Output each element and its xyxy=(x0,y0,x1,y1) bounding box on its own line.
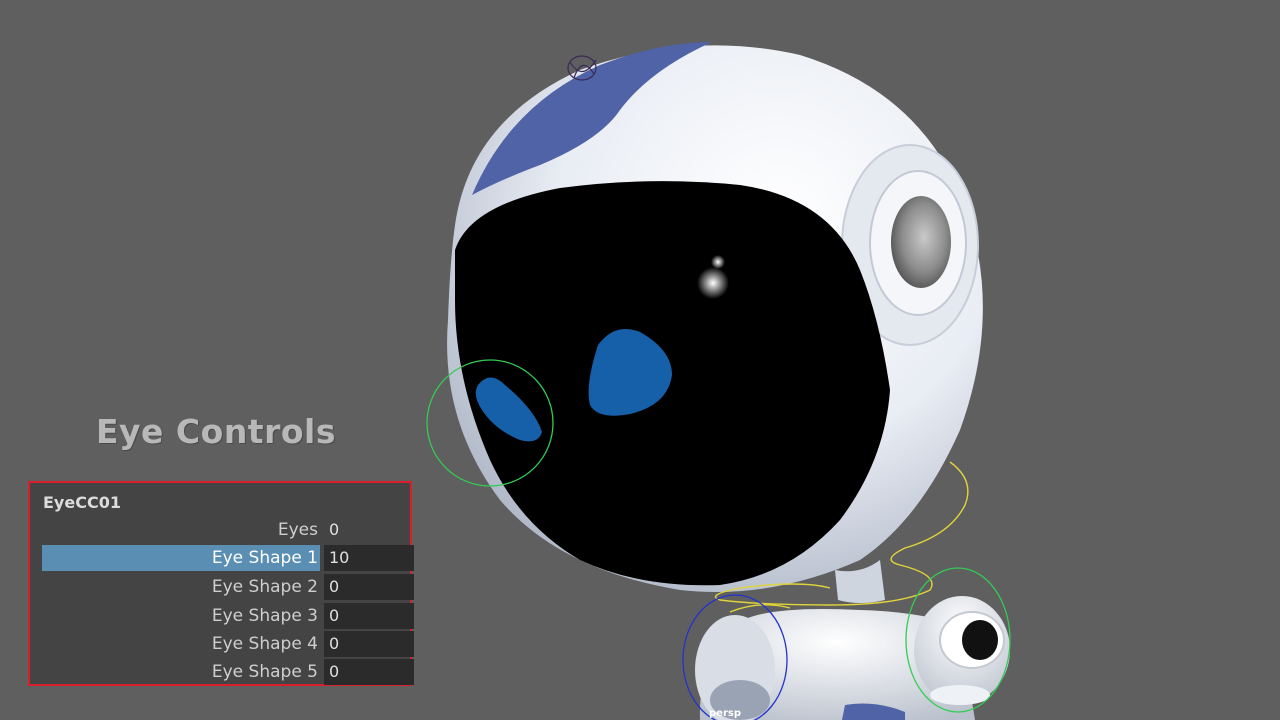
attribute-label[interactable]: Eye Shape 1 xyxy=(42,545,320,571)
attribute-value[interactable]: 0 xyxy=(324,517,414,543)
attribute-label[interactable]: Eye Shape 4 xyxy=(42,631,320,657)
attribute-row-eye-shape-5[interactable]: Eye Shape 5 0 xyxy=(42,659,414,685)
attribute-label[interactable]: Eye Shape 5 xyxy=(42,659,320,685)
attribute-row-eye-shape-2[interactable]: Eye Shape 2 0 xyxy=(42,574,414,600)
helmet xyxy=(447,42,983,592)
channel-box: EyeCC01 Eyes 0 Eye Shape 1 10 Eye Shape … xyxy=(28,481,414,686)
attribute-row-eyes[interactable]: Eyes 0 xyxy=(42,517,414,543)
attribute-value[interactable]: 0 xyxy=(324,574,414,600)
attribute-label[interactable]: Eyes xyxy=(42,517,320,543)
overlay-title: Eye Controls xyxy=(96,412,336,451)
camera-label: persp xyxy=(709,708,741,719)
attribute-value[interactable]: 10 xyxy=(324,545,414,571)
attribute-row-eye-shape-4[interactable]: Eye Shape 4 0 xyxy=(42,631,414,657)
attribute-value[interactable]: 0 xyxy=(324,603,414,629)
object-name[interactable]: EyeCC01 xyxy=(43,493,121,512)
attribute-row-eye-shape-3[interactable]: Eye Shape 3 0 xyxy=(42,603,414,629)
attribute-label[interactable]: Eye Shape 2 xyxy=(42,574,320,600)
attribute-row-eye-shape-1[interactable]: Eye Shape 1 10 xyxy=(42,545,414,571)
attribute-value[interactable]: 0 xyxy=(324,659,414,685)
attribute-value[interactable]: 0 xyxy=(324,631,414,657)
attribute-label[interactable]: Eye Shape 3 xyxy=(42,603,320,629)
